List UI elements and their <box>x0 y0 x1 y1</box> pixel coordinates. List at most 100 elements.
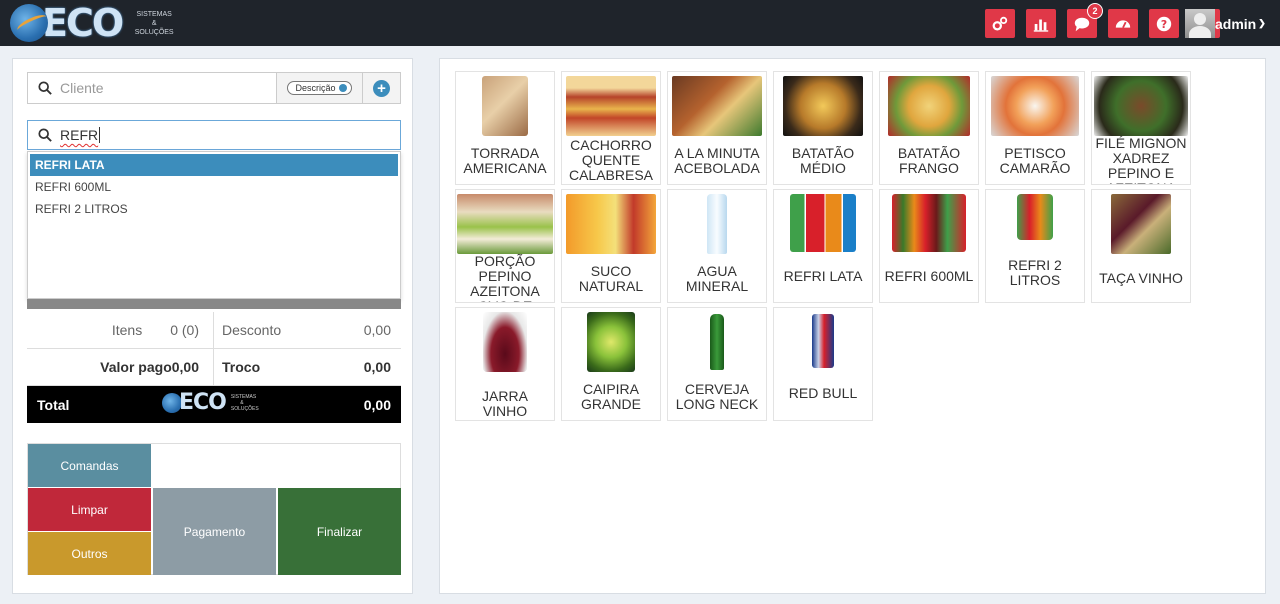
search-icon <box>38 128 52 142</box>
brand-logo[interactable]: ECO SISTEMAS & SOLUÇÕES <box>10 2 174 44</box>
product-image <box>1111 194 1171 254</box>
total-label: Total <box>37 396 70 413</box>
product-image <box>812 314 834 368</box>
brand-name: ECO <box>42 1 124 45</box>
product-tile[interactable]: PETISCO CAMARÃO <box>985 71 1085 185</box>
comandas-button[interactable]: Comandas <box>28 444 151 487</box>
product-name: BATATÃO FRANGO <box>897 145 961 176</box>
product-image <box>888 76 970 136</box>
itens-label: Itens <box>111 322 143 338</box>
valor-pago-label: Valor pago <box>100 359 172 375</box>
product-tile[interactable]: BATATÃO MÉDIO <box>773 71 873 185</box>
search-icon <box>38 81 52 95</box>
search-results-dropdown: REFRI LATA REFRI 600ML REFRI 2 LITROS <box>27 151 401 299</box>
product-tile[interactable]: AGUA MINERAL <box>667 189 767 303</box>
product-tile[interactable]: JARRA VINHO <box>455 307 555 421</box>
totals-table: Itens 0 (0) Desconto 0,00 Valor pago 0,0… <box>27 312 401 423</box>
product-tile[interactable]: REFRI LATA <box>773 189 873 303</box>
product-name: CAIPIRA GRANDE <box>581 381 641 412</box>
product-tile[interactable]: CERVEJA LONG NECK <box>667 307 767 421</box>
product-tile[interactable]: A LA MINUTA ACEBOLADA <box>667 71 767 185</box>
action-buttons: Comandas Limpar Outros Pagamento Finaliz… <box>27 443 401 575</box>
client-row: Cliente Descrição + <box>27 72 401 104</box>
product-tile[interactable]: REFRI 600ML <box>879 189 979 303</box>
chat-badge: 2 <box>1087 3 1103 19</box>
total-value: 0,00 <box>363 396 391 413</box>
settings-cogs-icon[interactable] <box>985 9 1015 38</box>
product-name: BATATÃO MÉDIO <box>791 145 855 176</box>
product-image <box>482 76 528 136</box>
product-image <box>790 194 856 252</box>
limpar-button[interactable]: Limpar <box>28 488 151 531</box>
add-client-button[interactable]: + <box>363 72 401 104</box>
product-name: CERVEJA LONG NECK <box>675 381 759 412</box>
product-image <box>457 194 553 254</box>
pagamento-button[interactable]: Pagamento <box>153 488 276 575</box>
product-name: AGUA MINERAL <box>685 263 749 294</box>
bar-chart-icon[interactable] <box>1026 9 1056 38</box>
total-row: Total ECO SISTEMAS & SOLUÇÕES 0,00 <box>27 386 401 423</box>
brand-subtitle: SISTEMAS & SOLUÇÕES <box>230 393 259 412</box>
product-tile[interactable]: CACHORRO QUENTE CALABRESA <box>561 71 661 185</box>
product-image <box>566 76 656 136</box>
product-tile[interactable]: CAIPIRA GRANDE <box>561 307 661 421</box>
product-name: CACHORRO QUENTE CALABRESA <box>568 137 654 183</box>
valor-pago-value: 0,00 <box>171 359 199 375</box>
finalizar-button[interactable]: Finalizar <box>278 488 401 575</box>
dashboard-icon[interactable] <box>1108 9 1138 38</box>
product-search-input[interactable]: REFR <box>27 120 401 150</box>
desconto-value[interactable]: 0,00 <box>364 322 391 338</box>
product-tile[interactable]: SUCO NATURAL <box>561 189 661 303</box>
product-name: PORÇÃO PEPINO AZEITONA OVO DE <box>470 253 540 303</box>
client-input[interactable]: Cliente <box>27 72 277 104</box>
troco-label: Troco <box>222 359 261 375</box>
product-name: FILÉ MIGNON XADREZ PEPINO E AZEITONA <box>1095 135 1187 185</box>
description-toggle[interactable]: Descrição <box>277 72 363 104</box>
product-catalog: TORRADA AMERICANA CACHORRO QUENTE CALABR… <box>439 58 1266 594</box>
user-menu[interactable]: admin ❯ <box>1185 9 1266 38</box>
product-image <box>707 194 727 254</box>
desconto-label: Desconto <box>222 322 282 338</box>
chat-icon[interactable]: 2 <box>1067 3 1103 38</box>
product-image <box>892 194 966 252</box>
user-name: admin <box>1215 15 1257 32</box>
product-image <box>710 314 724 370</box>
product-name: TAÇA VINHO <box>1099 270 1183 286</box>
product-name: RED BULL <box>788 385 858 401</box>
product-name: TORRADA AMERICANA <box>463 145 547 176</box>
outros-button[interactable]: Outros <box>28 532 151 575</box>
product-tile[interactable]: TAÇA VINHO <box>1091 189 1191 303</box>
brand-name: ECO <box>179 390 227 415</box>
product-tile[interactable]: BATATÃO FRANGO <box>879 71 979 185</box>
totals-row-pago: Valor pago 0,00 Troco 0,00 <box>27 349 401 386</box>
product-name: SUCO NATURAL <box>578 263 644 294</box>
product-image <box>783 76 863 136</box>
product-name: A LA MINUTA ACEBOLADA <box>674 145 760 176</box>
svg-text:?: ? <box>1161 18 1167 31</box>
product-image <box>1094 76 1188 136</box>
help-icon[interactable]: ? <box>1149 9 1179 38</box>
product-name: PETISCO CAMARÃO <box>999 145 1071 176</box>
product-tile[interactable]: REFRI 2 LITROS <box>985 189 1085 303</box>
product-tile[interactable]: FILÉ MIGNON XADREZ PEPINO E AZEITONA <box>1091 71 1191 185</box>
chevron-down-icon: ❯ <box>1258 18 1266 28</box>
top-navbar: ECO SISTEMAS & SOLUÇÕES 2 ? admin ❯ <box>0 0 1280 46</box>
product-image <box>587 312 635 372</box>
product-name: REFRI 2 LITROS <box>1008 257 1062 288</box>
itens-value: 0 (0) <box>170 322 199 338</box>
order-panel: Cliente Descrição + REFR REFRI LATA REFR… <box>12 58 413 594</box>
client-placeholder: Cliente <box>60 80 104 96</box>
search-result-item[interactable]: REFRI LATA <box>30 154 398 176</box>
product-tile[interactable]: TORRADA AMERICANA <box>455 71 555 185</box>
toggle-dot-icon <box>338 84 347 92</box>
product-tile[interactable]: RED BULL <box>773 307 873 421</box>
troco-value: 0,00 <box>363 359 391 375</box>
product-image <box>566 194 656 254</box>
product-name: REFRI LATA <box>783 268 863 284</box>
brand-subtitle: SISTEMAS & SOLUÇÕES <box>134 10 174 36</box>
search-result-item[interactable]: REFRI 2 LITROS <box>28 198 400 220</box>
search-value: REFR <box>60 127 99 143</box>
product-tile[interactable]: PORÇÃO PEPINO AZEITONA OVO DE <box>455 189 555 303</box>
plus-circle-icon: + <box>373 79 390 97</box>
search-result-item[interactable]: REFRI 600ML <box>28 176 400 198</box>
